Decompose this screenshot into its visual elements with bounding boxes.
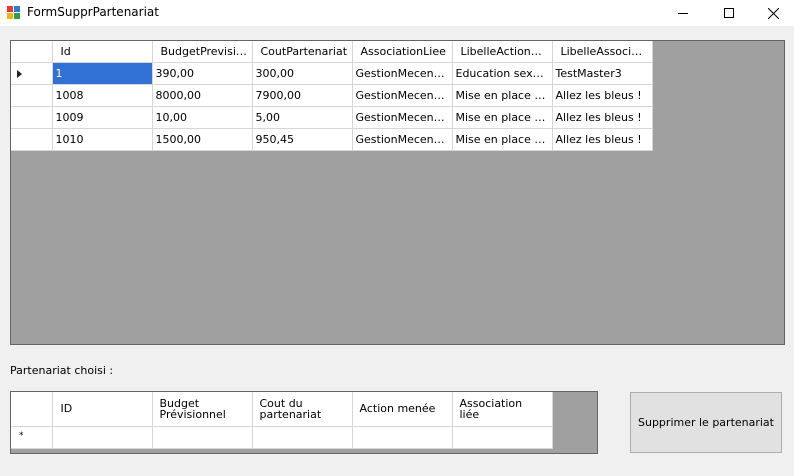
table-cell[interactable]: 7900,00 — [252, 84, 353, 107]
table-cell[interactable]: 10,00 — [152, 106, 253, 129]
table-cell[interactable] — [52, 426, 153, 449]
column-header-id[interactable]: ID — [52, 392, 153, 427]
supprimer-partenariat-button[interactable]: Supprimer le partenariat — [630, 392, 782, 453]
table-cell[interactable]: GestionMecenat... — [352, 128, 453, 151]
table-cell[interactable]: GestionMecenat... — [352, 84, 453, 107]
column-header-action[interactable]: Action menée — [352, 392, 453, 427]
column-header-budget[interactable]: Budget Prévisionnel — [152, 392, 253, 427]
table-cell[interactable]: Allez les bleus ! — [552, 106, 653, 129]
table-row[interactable]: 1 390,00 300,00 GestionMecenat... Educat… — [11, 62, 653, 85]
column-header-row: ID Budget Prévisionnel Cout du partenari… — [11, 392, 553, 427]
column-header-cout[interactable]: CoutPartenariat — [252, 41, 353, 63]
button-label: Supprimer le partenariat — [638, 416, 774, 429]
table-cell[interactable]: TestMaster3 — [552, 62, 653, 85]
row-header[interactable] — [11, 62, 53, 85]
table-cell[interactable]: 1500,00 — [152, 128, 253, 151]
table-row[interactable]: 1008 8000,00 7900,00 GestionMecenat... M… — [11, 84, 653, 107]
column-header-cout[interactable]: Cout du partenariat — [252, 392, 353, 427]
column-header-libelle-action[interactable]: LibelleActionMenee — [452, 41, 553, 63]
close-button[interactable] — [752, 0, 794, 26]
minimize-icon — [678, 13, 688, 14]
table-cell[interactable]: 1 — [52, 62, 153, 85]
maximize-icon — [724, 8, 734, 18]
corner-header[interactable] — [11, 41, 53, 63]
table-cell[interactable]: Allez les bleus ! — [552, 84, 653, 107]
table-cell[interactable]: Education sexuelle — [452, 62, 553, 85]
partenariat-choisi-label: Partenariat choisi : — [10, 364, 114, 377]
table-row[interactable]: 1010 1500,00 950,45 GestionMecenat... Mi… — [11, 128, 653, 151]
table-cell[interactable]: GestionMecenat... — [352, 62, 453, 85]
table-cell[interactable] — [352, 426, 453, 449]
table-cell[interactable]: Mise en place d'é... — [452, 128, 553, 151]
table-row[interactable]: 1009 10,00 5,00 GestionMecenat... Mise e… — [11, 106, 653, 129]
table-cell[interactable]: 1010 — [52, 128, 153, 151]
window-title: FormSupprPartenariat — [27, 5, 159, 19]
table-cell[interactable] — [452, 426, 553, 449]
close-icon — [767, 7, 779, 19]
table-cell[interactable]: Allez les bleus ! — [552, 128, 653, 151]
column-header-budget[interactable]: BudgetPrevisionnel — [152, 41, 253, 63]
row-header[interactable] — [11, 128, 53, 151]
table-cell[interactable]: GestionMecenat... — [352, 106, 453, 129]
partenariat-choisi-grid[interactable]: ID Budget Prévisionnel Cout du partenari… — [10, 391, 598, 454]
column-header-association[interactable]: Association liée — [452, 392, 553, 427]
maximize-button[interactable] — [706, 0, 752, 26]
row-header[interactable] — [11, 106, 53, 129]
table-cell[interactable]: Mise en place d'é... — [452, 84, 553, 107]
column-header-id[interactable]: Id — [52, 41, 153, 63]
new-row-asterisk-icon: * — [19, 430, 24, 441]
column-header-association[interactable]: AssociationLiee — [352, 41, 453, 63]
table-cell[interactable] — [252, 426, 353, 449]
table-cell[interactable]: Mise en place d'é... — [452, 106, 553, 129]
table-cell[interactable]: 5,00 — [252, 106, 353, 129]
partenariats-grid[interactable]: Id BudgetPrevisionnel CoutPartenariat As… — [10, 40, 785, 345]
row-header[interactable] — [11, 84, 53, 107]
table-cell[interactable]: 950,45 — [252, 128, 353, 151]
app-icon — [7, 6, 21, 20]
minimize-button[interactable] — [660, 0, 706, 26]
table-cell[interactable] — [152, 426, 253, 449]
new-row[interactable]: * — [11, 426, 553, 449]
column-header-libelle-association[interactable]: LibelleAssociationLi — [552, 41, 653, 63]
column-header-row: Id BudgetPrevisionnel CoutPartenariat As… — [11, 41, 653, 63]
table-cell[interactable]: 1008 — [52, 84, 153, 107]
table-cell[interactable]: 300,00 — [252, 62, 353, 85]
table-cell[interactable]: 390,00 — [152, 62, 253, 85]
table-cell[interactable]: 1009 — [52, 106, 153, 129]
title-bar: FormSupprPartenariat — [0, 0, 794, 26]
corner-header[interactable] — [11, 392, 53, 427]
row-header[interactable]: * — [11, 426, 53, 449]
table-cell[interactable]: 8000,00 — [152, 84, 253, 107]
current-row-arrow-icon — [17, 69, 22, 78]
